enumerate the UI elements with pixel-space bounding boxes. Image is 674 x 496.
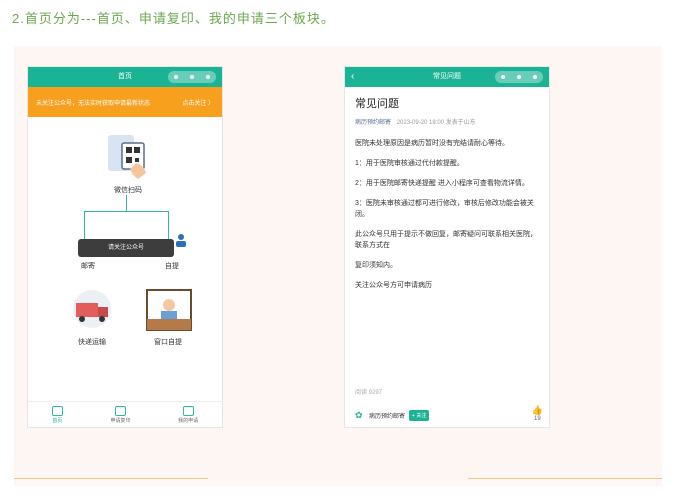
truck-icon[interactable] — [66, 289, 118, 329]
notice-action[interactable]: 点击关注 〉 — [182, 98, 214, 107]
home-phone: 首页 未关注公众号，无法实时获取申请最新状态 点击关注 〉 微信扫码 请关注公众… — [27, 66, 223, 428]
miniprogram-capsule[interactable] — [168, 71, 216, 83]
article-datetime: 2023-09-20 18:00 — [396, 120, 445, 126]
article-paragraph: 1：用于医院审核通过代付款提醒。 — [355, 160, 464, 167]
read-count: 阅读 9297 — [355, 390, 383, 396]
like-count: 19 — [534, 416, 541, 422]
bottom-tabbar: 首页 申请复印 我的申请 — [28, 401, 222, 427]
article-paragraph: 此公众号只用于提示不做回复，邮寄疑问可联系相关医院，联系方式在 — [355, 231, 537, 249]
footer-account-name[interactable]: 病历预约邮寄 — [369, 411, 405, 420]
faq-title: 常见问题 — [433, 73, 461, 80]
home-tab-icon — [51, 405, 63, 416]
account-footer: ✿ 病历预约邮寄 + 关注 — [355, 407, 543, 423]
follow-notice-bar[interactable]: 未关注公众号，无法实时获取申请最新状态 点击关注 〉 — [28, 87, 222, 117]
account-logo-icon: ✿ — [355, 410, 363, 420]
document-tab-icon — [114, 405, 126, 416]
article-paragraph: 2：用于医院邮寄快递提醒 进入小程序可查看物流详情。 — [355, 180, 529, 187]
divider-right — [468, 478, 662, 479]
article: 常见问题 病历预约邮寄 2023-09-20 18:00 发表于山东 医院未处理… — [345, 87, 549, 308]
notice-text: 未关注公众号，无法实时获取申请最新状态 — [36, 100, 151, 107]
faq-topbar: ‹ 常见问题 — [345, 67, 549, 87]
home-title: 首页 — [118, 73, 132, 80]
mail-label[interactable]: 邮寄 — [76, 261, 100, 271]
tab-my-applications[interactable]: 我的申请 — [178, 405, 198, 424]
like-button[interactable]: 👍 19 — [532, 405, 543, 422]
miniprogram-capsule-2[interactable] — [495, 71, 543, 83]
follow-tooltip: 请关注公众号 — [78, 239, 174, 257]
article-meta: 病历预约邮寄 2023-09-20 18:00 发表于山东 — [355, 117, 539, 126]
tree-trunk — [126, 195, 127, 211]
person-icon — [176, 234, 186, 247]
article-paragraph: 关注公众号方可申请病历 — [355, 282, 432, 289]
back-arrow-icon[interactable]: ‹ — [351, 67, 354, 87]
tab-home[interactable]: 首页 — [51, 405, 63, 424]
tree-branch — [84, 211, 168, 212]
article-paragraph: 3：医院未审核通过都可进行修改，审核后修改功能会被关闭。 — [355, 200, 534, 218]
window-label: 窗口自提 — [154, 339, 182, 346]
article-title: 常见问题 — [355, 98, 399, 110]
follow-button[interactable]: + 关注 — [409, 409, 430, 421]
faq-phone: ‹ 常见问题 常见问题 病历预约邮寄 2023-09-20 18:00 发表于山… — [344, 66, 550, 428]
article-paragraph: 医院未处理原因是病历暂时没有完结请耐心等待。 — [355, 140, 509, 147]
user-tab-icon — [182, 405, 194, 416]
home-topbar: 首页 — [28, 67, 222, 87]
article-source[interactable]: 病历预约邮寄 — [355, 120, 391, 126]
thumbs-up-icon: 👍 — [531, 405, 543, 415]
scan-label: 微信扫码 — [114, 187, 142, 194]
service-window-icon[interactable] — [146, 289, 192, 331]
qr-scan-icon[interactable] — [106, 133, 150, 181]
express-label: 快递运输 — [78, 339, 106, 346]
page-heading: 2.首页分为---首页、申请复印、我的申请三个板块。 — [12, 11, 335, 26]
self-pickup-label[interactable]: 自提 — [160, 261, 184, 271]
article-paragraph: 复印须知内。 — [355, 262, 397, 269]
article-location: 发表于山东 — [445, 120, 476, 126]
divider-left — [14, 478, 208, 479]
tab-apply-copy[interactable]: 申请复印 — [110, 405, 131, 424]
